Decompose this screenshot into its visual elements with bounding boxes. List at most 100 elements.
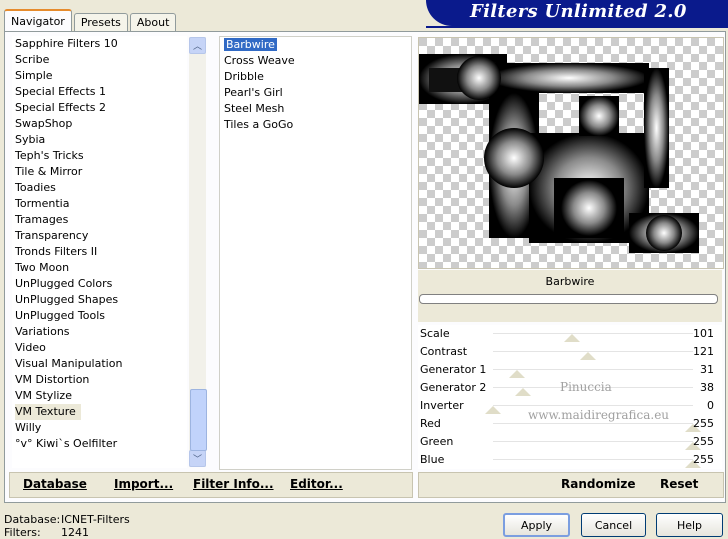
category-item[interactable]: Special Effects 2	[12, 100, 187, 116]
chevron-up-icon: ︿	[192, 42, 202, 52]
category-item[interactable]: Tramages	[12, 212, 187, 228]
category-item[interactable]: Teph's Tricks	[12, 148, 187, 164]
filter-label: Barbwire	[224, 38, 277, 51]
category-label: °v° Kiwi`s Oelfilter	[15, 437, 118, 450]
category-label: Two Moon	[15, 261, 70, 274]
slider-thumb[interactable]	[580, 352, 596, 360]
category-label: Tormentia	[15, 197, 70, 210]
param-row[interactable]: Contrast 121	[418, 343, 722, 361]
tab-about[interactable]: About	[129, 13, 177, 31]
category-label: VM Texture	[15, 404, 81, 420]
preview-canvas	[419, 38, 723, 268]
category-label: Scribe	[15, 53, 50, 66]
category-item[interactable]: Willy	[12, 420, 187, 436]
import-button[interactable]: Import...	[114, 477, 173, 491]
filter-list[interactable]: Barbwire Cross Weave Dribble Pearl's Girl St…	[219, 36, 412, 470]
reset-button[interactable]: Reset	[660, 477, 698, 491]
category-label: Special Effects 1	[15, 85, 107, 98]
category-label: Visual Manipulation	[15, 357, 123, 370]
category-item[interactable]: Tile & Mirror	[12, 164, 187, 180]
category-item[interactable]: Tormentia	[12, 196, 187, 212]
filter-item[interactable]: Dribble	[220, 69, 411, 85]
help-button[interactable]: Help	[656, 513, 723, 537]
category-item[interactable]: Video	[12, 340, 187, 356]
tab-presets[interactable]: Presets	[73, 13, 128, 31]
category-item[interactable]: Variations	[12, 324, 187, 340]
database-status-label: Database:	[4, 513, 61, 526]
database-button[interactable]: Database	[23, 477, 87, 491]
param-value: 255	[693, 417, 714, 430]
category-item[interactable]: Scribe	[12, 52, 187, 68]
category-label: Tile & Mirror	[15, 165, 83, 178]
category-item[interactable]: Sapphire Filters 10	[12, 36, 187, 52]
category-item[interactable]: VM Stylize	[12, 388, 187, 404]
category-item[interactable]: Transparency	[12, 228, 187, 244]
category-item[interactable]: Visual Manipulation	[12, 356, 187, 372]
filter-item[interactable]: Pearl's Girl	[220, 85, 411, 101]
slider-thumb[interactable]	[509, 370, 525, 378]
category-label: Variations	[15, 325, 70, 338]
category-list[interactable]: Sapphire Filters 10 Scribe Simple Special E…	[12, 36, 187, 468]
category-item[interactable]: Special Effects 1	[12, 84, 187, 100]
param-label: Green	[420, 435, 454, 448]
cancel-button[interactable]: Cancel	[581, 513, 646, 537]
category-item[interactable]: Two Moon	[12, 260, 187, 276]
slider-thumb[interactable]	[515, 388, 531, 396]
current-filter-label: Barbwire	[545, 275, 595, 288]
filter-item[interactable]: Cross Weave	[220, 53, 411, 69]
chevron-down-icon: ﹀	[192, 455, 202, 465]
category-item[interactable]: VM Texture	[12, 404, 187, 420]
filters-count-value: 1241	[61, 526, 89, 539]
slider-track[interactable]	[493, 333, 693, 334]
filters-count-label: Filters:	[4, 526, 41, 539]
filter-item[interactable]: Barbwire	[220, 37, 411, 53]
param-label: Generator 2	[420, 381, 487, 394]
param-row[interactable]: Generator 1 31	[418, 361, 722, 379]
filter-info-button[interactable]: Filter Info...	[193, 477, 274, 491]
database-status-value: ICNET-Filters	[61, 513, 130, 526]
slider-track[interactable]	[493, 459, 693, 460]
category-item[interactable]: UnPlugged Tools	[12, 308, 187, 324]
param-row[interactable]: Blue 255	[418, 451, 722, 469]
slider-track[interactable]	[493, 423, 693, 424]
scroll-up-button[interactable]: ︿	[189, 37, 206, 54]
app-title: Filters Unlimited 2.0	[470, 1, 687, 22]
category-label: Transparency	[15, 229, 89, 242]
category-item[interactable]: UnPlugged Shapes	[12, 292, 187, 308]
category-label: Sapphire Filters 10	[15, 37, 118, 50]
param-value: 31	[700, 363, 714, 376]
category-item[interactable]: VM Distortion	[12, 372, 187, 388]
param-label: Generator 1	[420, 363, 487, 376]
category-label: VM Stylize	[15, 389, 72, 402]
category-label: Sybia	[15, 133, 46, 146]
editor-button[interactable]: Editor...	[290, 477, 343, 491]
category-item[interactable]: °v° Kiwi`s Oelfilter	[12, 436, 187, 452]
param-value: 38	[700, 381, 714, 394]
tab-navigator[interactable]: Navigator	[4, 9, 72, 31]
tab-bar: Navigator Presets About	[4, 9, 178, 31]
param-row[interactable]: Green 255	[418, 433, 722, 451]
category-item[interactable]: Simple	[12, 68, 187, 84]
scroll-thumb[interactable]	[190, 389, 207, 451]
category-item[interactable]: UnPlugged Colors	[12, 276, 187, 292]
category-item[interactable]: Sybia	[12, 132, 187, 148]
category-label: VM Distortion	[15, 373, 90, 386]
scroll-down-button[interactable]: ﹀	[189, 450, 206, 467]
filter-label: Cross Weave	[224, 54, 295, 67]
apply-button[interactable]: Apply	[503, 513, 570, 537]
slider-thumb[interactable]	[485, 406, 501, 414]
randomize-button[interactable]: Randomize	[561, 477, 635, 491]
category-item[interactable]: SwapShop	[12, 116, 187, 132]
param-label: Scale	[420, 327, 450, 340]
slider-track[interactable]	[493, 405, 693, 406]
watermark-line2: www.maidiregrafica.eu	[528, 408, 670, 422]
param-row[interactable]: Scale 101	[418, 325, 722, 343]
slider-track[interactable]	[493, 441, 693, 442]
category-item[interactable]: Toadies	[12, 180, 187, 196]
category-item[interactable]: Tronds Filters II	[12, 244, 187, 260]
filter-item[interactable]: Steel Mesh	[220, 101, 411, 117]
filter-item[interactable]: Tiles a GoGo	[220, 117, 411, 133]
category-label: Special Effects 2	[15, 101, 107, 114]
slider-thumb[interactable]	[564, 334, 580, 342]
title-banner-line	[426, 26, 728, 28]
